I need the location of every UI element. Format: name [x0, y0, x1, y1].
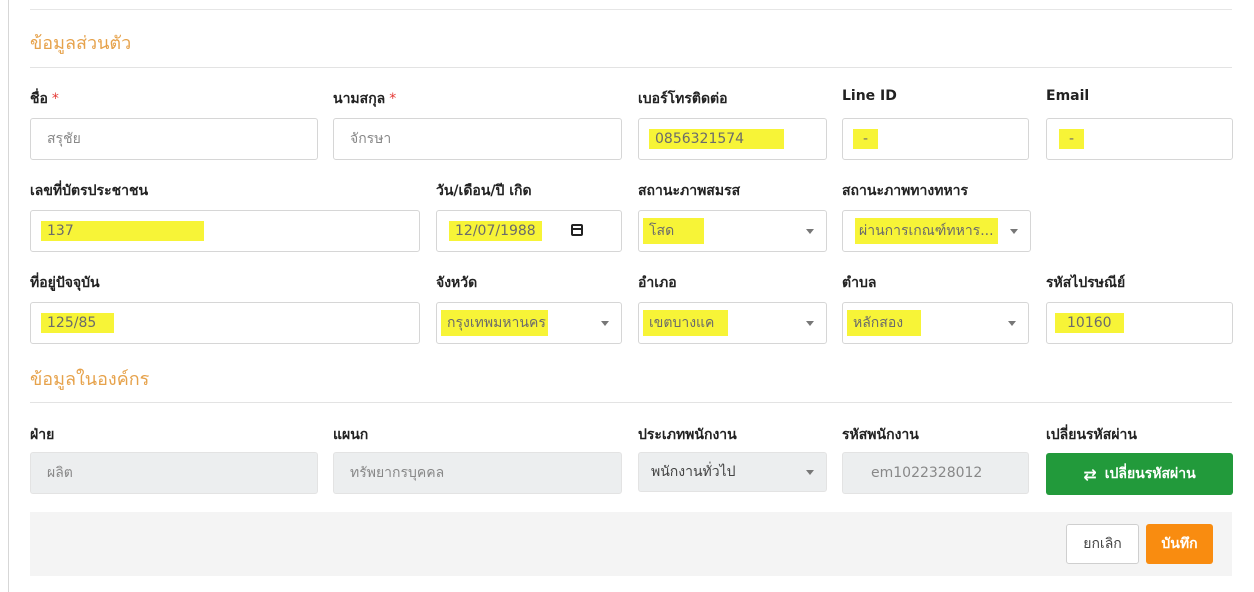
birth-date-field[interactable]: 12/07/1988 — [436, 210, 622, 252]
marital-status-select[interactable]: โสด — [638, 210, 827, 252]
employee-id-field: em1022328012 — [842, 452, 1029, 494]
personal-section-divider — [30, 67, 1232, 68]
organization-section-divider — [30, 402, 1232, 403]
subdistrict-label: ตำบล — [842, 275, 877, 291]
change-password-label: เปลี่ยนรหัสผ่าน — [1046, 427, 1137, 443]
last-name-field[interactable]: จักรษา — [333, 118, 622, 160]
form-footer — [30, 512, 1232, 576]
birth-date-label: วัน/เดือน/ปี เกิด — [436, 183, 532, 199]
chevron-down-icon — [1008, 321, 1016, 326]
line-id-field[interactable]: - — [842, 118, 1029, 160]
required-marker: * — [51, 91, 59, 107]
id-card-field[interactable]: 137 — [30, 210, 420, 252]
personal-section-title: ข้อมูลส่วนตัว — [30, 33, 132, 54]
first-name-field[interactable]: สรุชัย — [30, 118, 318, 160]
chevron-down-icon — [601, 321, 609, 326]
district-select[interactable]: เขตบางแค — [638, 302, 827, 344]
employee-type-select: พนักงานทั่วไป — [638, 452, 827, 492]
address-label: ที่อยู่ปัจจุบัน — [30, 275, 100, 291]
chevron-down-icon — [806, 321, 814, 326]
military-status-select[interactable]: ผ่านการเกณฑ์ทหาร... — [842, 210, 1031, 252]
email-field[interactable]: - — [1046, 118, 1233, 160]
subdistrict-select[interactable]: หลักสอง — [842, 302, 1029, 344]
province-label: จังหวัด — [436, 275, 478, 291]
save-button[interactable]: บันทึก — [1146, 524, 1213, 564]
cancel-button[interactable]: ยกเลิก — [1066, 524, 1139, 564]
email-label: Email — [1046, 88, 1090, 104]
id-card-label: เลขที่บัตรประชาชน — [30, 183, 149, 199]
line-id-label: Line ID — [842, 88, 897, 104]
address-field[interactable]: 125/85 — [30, 302, 420, 344]
section-label: แผนก — [333, 427, 369, 443]
chevron-down-icon — [1010, 229, 1018, 234]
district-label: อำเภอ — [638, 275, 677, 291]
employee-type-label: ประเภทพนักงาน — [638, 427, 737, 443]
calendar-icon[interactable] — [571, 224, 583, 236]
postal-code-field[interactable]: 10160 — [1046, 302, 1233, 344]
section-field: ทรัพยากรบุคคล — [333, 452, 622, 494]
last-name-label: นามสกุล * — [333, 91, 397, 107]
swap-arrows-icon: ⇄ — [1083, 464, 1097, 484]
marital-status-label: สถานะภาพสมรส — [638, 183, 741, 199]
chevron-down-icon — [806, 470, 814, 475]
required-marker: * — [389, 91, 397, 107]
top-divider — [30, 9, 1232, 10]
department-field: ผลิต — [30, 452, 318, 494]
change-password-button[interactable]: ⇄ เปลี่ยนรหัสผ่าน — [1046, 453, 1233, 495]
page-left-border — [8, 0, 9, 592]
military-status-label: สถานะภาพทางทหาร — [842, 183, 969, 199]
postal-code-label: รหัสไปรษณีย์ — [1046, 275, 1126, 291]
first-name-label: ชื่อ * — [30, 91, 59, 107]
chevron-down-icon — [806, 229, 814, 234]
phone-field[interactable]: 0856321574 — [638, 118, 827, 160]
employee-id-label: รหัสพนักงาน — [842, 427, 919, 443]
department-label: ฝ่าย — [30, 427, 55, 443]
organization-section-title: ข้อมูลในองค์กร — [30, 369, 150, 390]
province-select[interactable]: กรุงเทพมหานคร — [436, 302, 622, 344]
phone-label: เบอร์โทรติดต่อ — [638, 91, 728, 107]
